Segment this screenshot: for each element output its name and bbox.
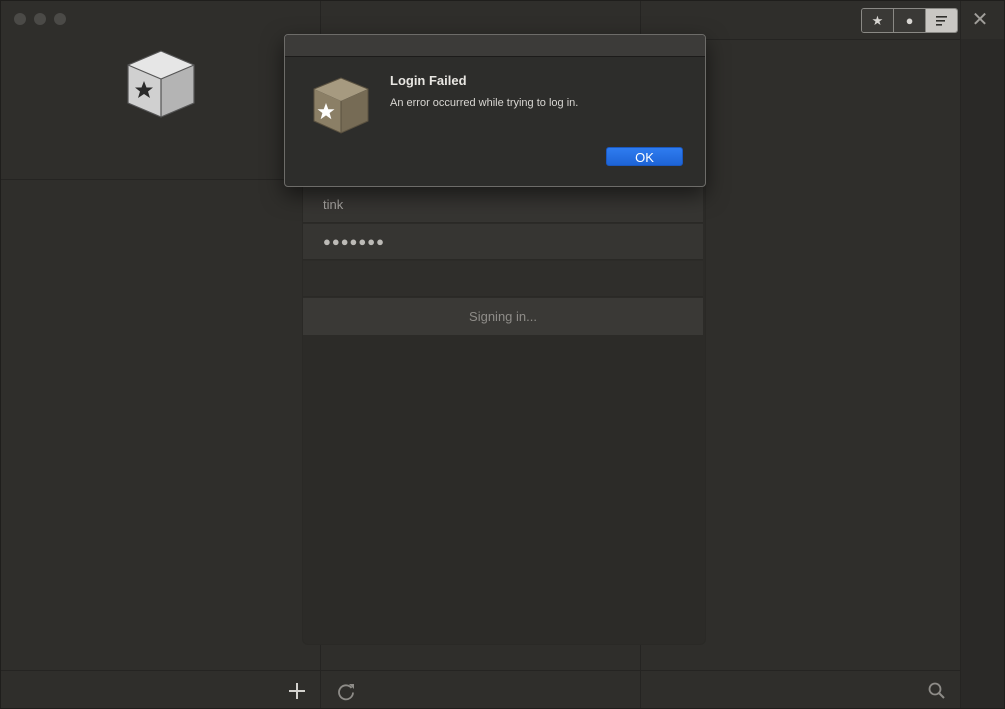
- username-field[interactable]: tink: [303, 187, 703, 223]
- window-controls: [14, 13, 66, 25]
- signing-in-button[interactable]: Signing in...: [303, 298, 703, 335]
- sidebar-column: [1, 1, 321, 708]
- app-cube-icon: [313, 77, 369, 134]
- close-icon[interactable]: ✕: [969, 9, 991, 31]
- bottom-bar: [1, 670, 960, 708]
- dialog-titlebar: [285, 35, 705, 57]
- dialog-message: An error occurred while trying to log in…: [390, 97, 579, 109]
- view-mode-segmented-control: ★ ●: [861, 8, 958, 33]
- list-icon[interactable]: [926, 9, 957, 32]
- login-failed-dialog: Login Failed An error occurred while try…: [284, 34, 706, 187]
- circle-icon[interactable]: ●: [894, 9, 926, 32]
- dialog-title: Login Failed: [390, 73, 467, 88]
- close-window-button[interactable]: [14, 13, 26, 25]
- password-field[interactable]: ●●●●●●●: [303, 224, 703, 260]
- app-logo-cube-icon: [127, 50, 195, 118]
- right-gutter: [960, 1, 1004, 708]
- login-panel: tink ●●●●●●● Signing in...: [302, 161, 706, 645]
- sidebar-header: [1, 1, 320, 180]
- app-window: ★ ● ✕ tink ●●●●●●● Signing in... Login F…: [0, 0, 1005, 709]
- zoom-window-button[interactable]: [54, 13, 66, 25]
- minimize-window-button[interactable]: [34, 13, 46, 25]
- star-icon[interactable]: ★: [862, 9, 894, 32]
- ok-button[interactable]: OK: [606, 147, 683, 166]
- plus-icon[interactable]: [286, 680, 308, 702]
- search-icon[interactable]: [927, 681, 947, 701]
- list-lines-icon: [935, 15, 947, 26]
- login-spacer: [303, 261, 703, 297]
- refresh-icon[interactable]: [335, 680, 357, 702]
